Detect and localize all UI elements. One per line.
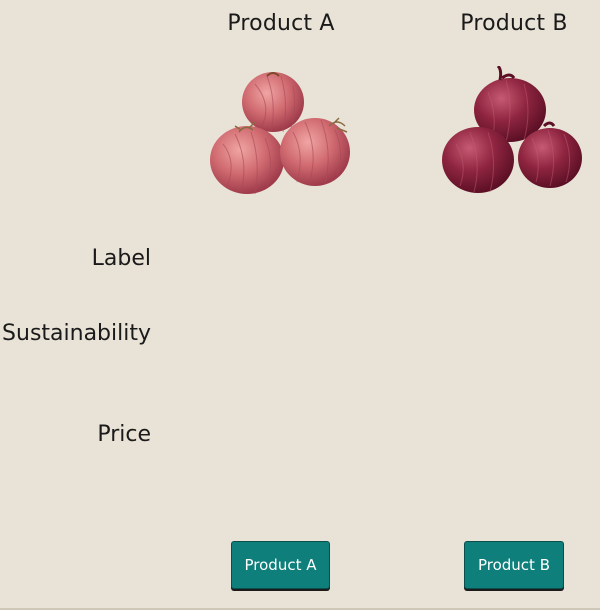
choose-product-b-button[interactable]: Product B [464, 541, 564, 589]
onion-left [442, 127, 514, 193]
onion-top [242, 72, 304, 133]
row-label-price: Price [97, 422, 151, 447]
product-b-onion-image [442, 66, 582, 193]
product-b-title: Product B [460, 11, 568, 36]
onion-right [280, 117, 350, 186]
onion-left [210, 121, 284, 195]
row-label-sustainability: Sustainability [2, 321, 151, 346]
choose-product-a-button[interactable]: Product A [231, 541, 330, 589]
row-label-label: Label [91, 246, 151, 271]
product-a-onion-image [210, 72, 350, 195]
product-a-title: Product A [227, 11, 335, 36]
